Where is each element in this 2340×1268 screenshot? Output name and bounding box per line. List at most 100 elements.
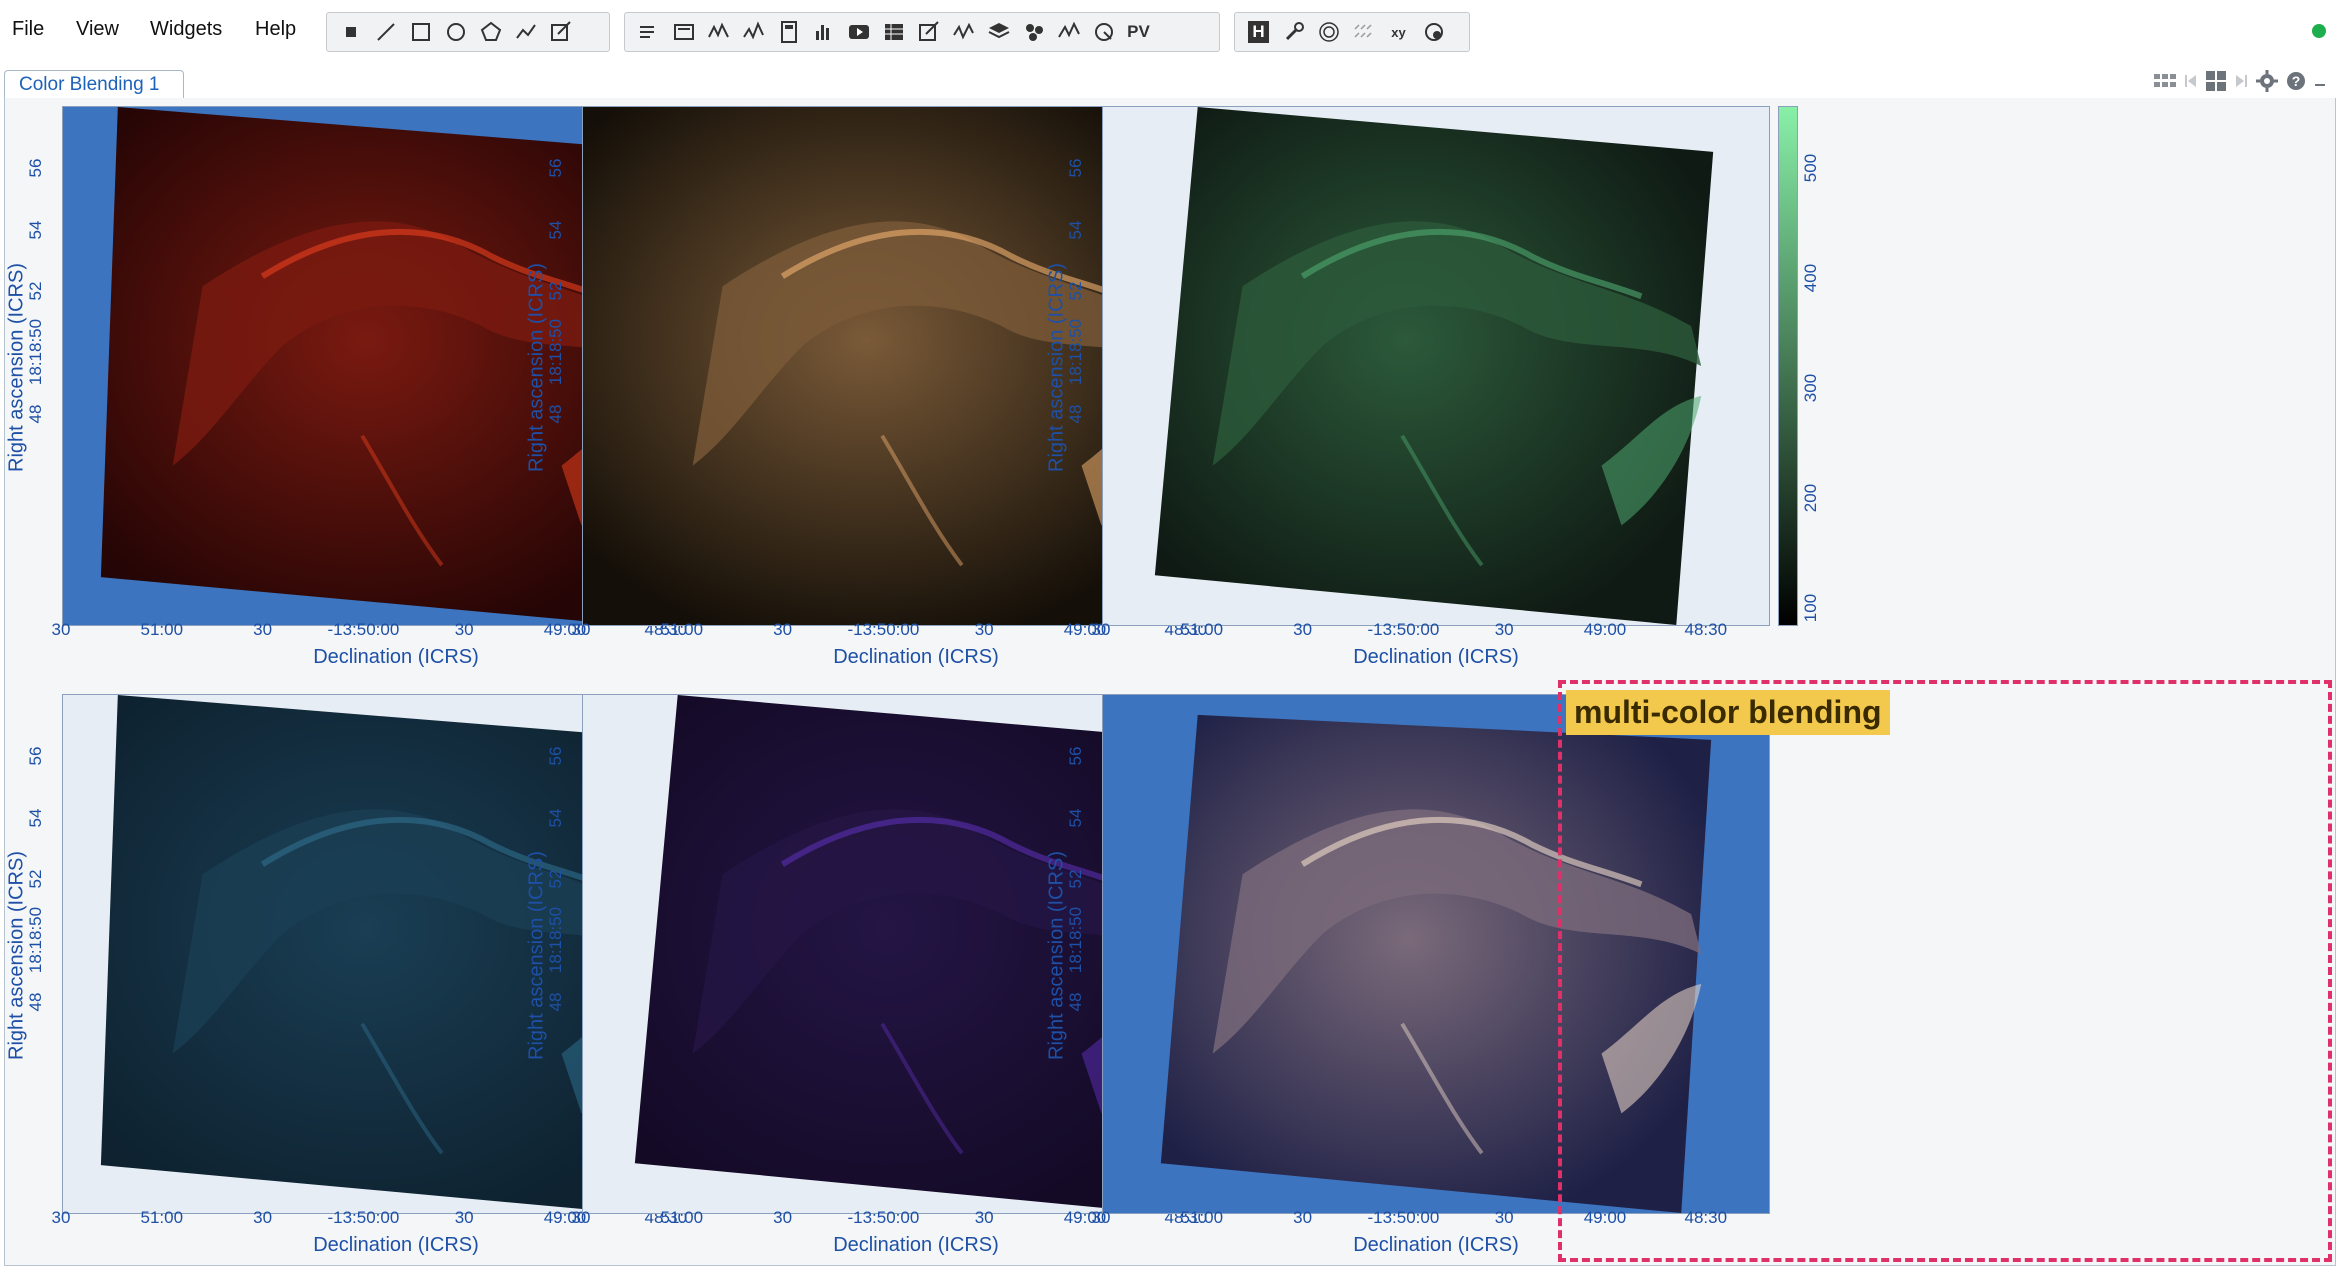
colorbar-tick-label: 400: [1801, 263, 1820, 293]
edit-tool-icon[interactable]: [543, 15, 578, 49]
first-frame-icon[interactable]: [2184, 72, 2198, 90]
x-tick-label: 51:00: [660, 620, 704, 639]
image-info-icon[interactable]: [666, 15, 701, 49]
polygon-tool-icon[interactable]: [473, 15, 508, 49]
annotation-label: multi-color blending: [1566, 690, 1890, 735]
line-fitting-icon[interactable]: [1051, 15, 1086, 49]
region-list-icon[interactable]: [631, 15, 666, 49]
tab-color-blending[interactable]: Color Blending 1: [4, 70, 185, 99]
statistics-icon[interactable]: [911, 15, 946, 49]
tab-bar: Color Blending 1 ?: [4, 68, 2336, 99]
y-axis-label: Right ascension (ICRS): [5, 263, 28, 472]
colorbar-tick-label: 300: [1801, 373, 1820, 403]
gear-icon[interactable]: [2256, 70, 2278, 92]
y-tick-label: 48: [1066, 404, 1085, 424]
x-tick-label: 51:00: [1180, 620, 1224, 639]
ellipse-tool-icon[interactable]: [438, 15, 473, 49]
online-catalog-icon[interactable]: [1416, 15, 1451, 49]
colorbar-tick-label: 500: [1801, 153, 1820, 183]
polyline-tool-icon[interactable]: [508, 15, 543, 49]
x-tick-label: -13:50:00: [847, 1208, 920, 1227]
x-tick-label: -13:50:00: [327, 620, 400, 639]
widgets-toolbar: PV: [624, 12, 1220, 52]
y-axis-label: Right ascension (ICRS): [525, 851, 548, 1060]
point-tool-icon[interactable]: [333, 15, 368, 49]
catalog-icon[interactable]: [876, 15, 911, 49]
y-tick-label: 48: [546, 992, 565, 1012]
region-toolbar: [326, 12, 610, 52]
spatial-profile-icon[interactable]: [701, 15, 736, 49]
x-axis-label: Declination (ICRS): [1353, 646, 1519, 668]
x-tick-label: 30: [1091, 620, 1111, 639]
vector-overlay-icon[interactable]: [1346, 15, 1381, 49]
x-tick-label: 30: [51, 1208, 71, 1227]
image-view-controls: ?: [2154, 70, 2326, 92]
x-tick-label: 51:00: [660, 1208, 704, 1227]
animator-icon[interactable]: [841, 15, 876, 49]
grid-layout-icon[interactable]: [2154, 72, 2176, 90]
y-axis-label: Right ascension (ICRS): [525, 263, 548, 472]
next-frame-icon[interactable]: [2234, 72, 2248, 90]
panel-layout-icon[interactable]: [2206, 71, 2226, 91]
x-tick-label: 30: [454, 1208, 474, 1227]
x-tick-label: 30: [253, 620, 273, 639]
x-tick-label: 30: [1293, 1208, 1313, 1227]
menu-widgets[interactable]: Widgets: [150, 18, 222, 41]
x-tick-label: 30: [1091, 1208, 1111, 1227]
menu-view[interactable]: View: [76, 18, 119, 41]
contour-icon[interactable]: [1311, 15, 1346, 49]
x-tick-label: 49:00: [1583, 620, 1627, 639]
spectral-profile-icon[interactable]: [736, 15, 771, 49]
line-tool-icon[interactable]: [368, 15, 403, 49]
stokes-icon[interactable]: [946, 15, 981, 49]
colorbar-tick-label: 200: [1801, 483, 1820, 513]
x-tick-label: -13:50:00: [1367, 620, 1440, 639]
rectangle-tool-icon[interactable]: [403, 15, 438, 49]
y-tick-label: 48: [546, 404, 565, 424]
x-tick-label: -13:50:00: [1367, 1208, 1440, 1227]
image-canvas-green[interactable]: [1102, 106, 1770, 626]
x-tick-label: 30: [253, 1208, 273, 1227]
x-tick-label: 30: [1494, 1208, 1514, 1227]
connection-status-icon: [2312, 24, 2326, 38]
tools-toolbar: H xy: [1234, 12, 1470, 52]
y-tick-label: 48: [26, 404, 45, 424]
x-tick-label: 30: [974, 620, 994, 639]
calculator-icon[interactable]: [771, 15, 806, 49]
menu-file[interactable]: File: [12, 18, 44, 41]
channel-map-icon[interactable]: [1086, 15, 1121, 49]
x-tick-label: 30: [1494, 620, 1514, 639]
x-tick-label: 30: [773, 1208, 793, 1227]
cluster-icon[interactable]: [1016, 15, 1051, 49]
y-tick-label: 48: [26, 992, 45, 1012]
x-tick-label: 51:00: [140, 620, 184, 639]
x-tick-label: 30: [454, 620, 474, 639]
x-tick-label: 30: [51, 620, 71, 639]
help-icon[interactable]: ?: [2286, 71, 2306, 91]
y-axis-label: Right ascension (ICRS): [1045, 851, 1068, 1060]
pv-generator-icon[interactable]: PV: [1121, 15, 1156, 49]
x-tick-label: 48:30: [1684, 620, 1728, 639]
image-panel-green[interactable]: 56 54 52 18:18:50 48 30 51:00 30 -13:50:00 30 49:0…: [1044, 98, 1820, 672]
menu-help[interactable]: Help: [255, 18, 296, 41]
image-fitting-icon[interactable]: xy: [1381, 15, 1416, 49]
x-tick-label: 51:00: [140, 1208, 184, 1227]
x-tick-label: 30: [974, 1208, 994, 1227]
histogram-icon[interactable]: [806, 15, 841, 49]
colorbar-green[interactable]: [1778, 106, 1798, 626]
x-tick-label: -13:50:00: [847, 620, 920, 639]
x-tick-label: 30: [773, 620, 793, 639]
y-axis-label: Right ascension (ICRS): [1045, 263, 1068, 472]
x-tick-label: 30: [1293, 620, 1313, 639]
x-tick-label: 30: [571, 1208, 591, 1227]
header-icon[interactable]: H: [1241, 15, 1276, 49]
y-tick-label: 48: [1066, 992, 1085, 1012]
x-tick-label: 51:00: [1180, 1208, 1224, 1227]
highlight-frame: [1558, 680, 2332, 1262]
colorbar-tick-label: 100: [1801, 593, 1820, 623]
minimize-icon[interactable]: [2314, 75, 2326, 87]
x-tick-label: -13:50:00: [327, 1208, 400, 1227]
wrench-icon[interactable]: [1276, 15, 1311, 49]
layers-icon[interactable]: [981, 15, 1016, 49]
y-axis-label: Right ascension (ICRS): [5, 851, 28, 1060]
